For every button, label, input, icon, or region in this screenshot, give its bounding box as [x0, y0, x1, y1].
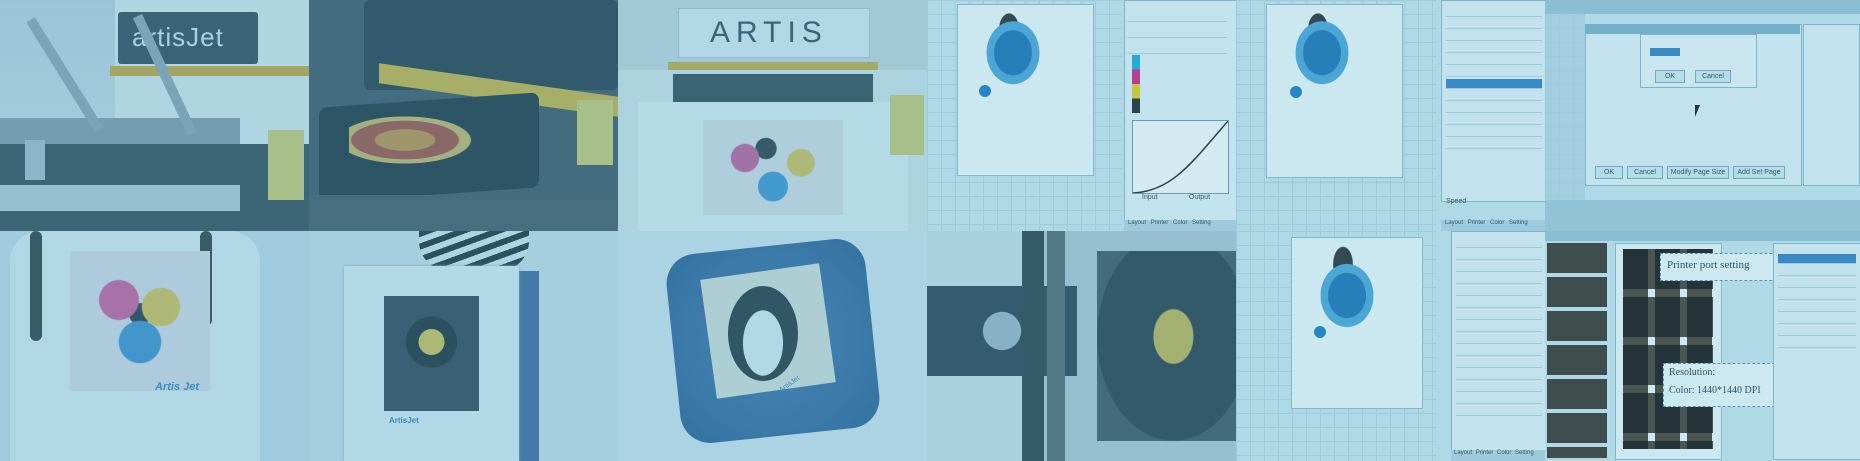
curve-graph[interactable]	[1132, 120, 1229, 194]
tab-color[interactable]: Color	[1497, 450, 1511, 456]
resolution-value: Color: 1440*1440 DPI	[1669, 385, 1761, 396]
portrait-strip	[1547, 243, 1607, 458]
tab-setting[interactable]: Setting	[1515, 450, 1534, 456]
cancel-button[interactable]: Cancel	[1627, 166, 1663, 179]
add-set-page-button[interactable]: Add Set Page	[1733, 166, 1785, 179]
tile-software-color-curve: Input Output Layout Printer Color Settin…	[927, 0, 1236, 231]
tile-software-portrait-layout: Printer port setting Resolution: Color: …	[1545, 231, 1860, 461]
tab-printer[interactable]: Printer	[1476, 450, 1494, 456]
tile-printed-pillow: ArtisJet	[618, 231, 927, 461]
shirt-artwork	[703, 120, 843, 215]
warning-label	[577, 100, 613, 165]
shirt-artwork	[70, 251, 210, 391]
logo-badge	[979, 85, 991, 97]
tile-software-page-dialog: OK Cancel OK Cancel Modify Page Size Add…	[1545, 0, 1860, 231]
tile-software-properties: Speed Layout Printer Color Setting	[1236, 0, 1545, 231]
print-carriage	[1097, 251, 1236, 441]
printer-port-text: Printer port setting	[1667, 259, 1750, 271]
brand-label: ARTIS	[710, 16, 828, 49]
tab-layout[interactable]: Layout	[1445, 220, 1463, 226]
bag-logo: ArtisJet	[389, 416, 419, 425]
speed-label: Speed	[1446, 198, 1467, 205]
warning-label	[268, 130, 304, 200]
tab-layout[interactable]: Layout	[1128, 220, 1146, 226]
tile-artisjet-printer: artisJet	[0, 0, 309, 231]
tile-printed-tshirt: Artis Jet	[0, 231, 309, 461]
shirt-logo: Artis Jet	[155, 381, 200, 393]
mouse-cursor-icon	[1695, 105, 1700, 117]
color-swatches	[1132, 55, 1140, 113]
tab-color[interactable]: Color	[1490, 220, 1504, 226]
dialog-ok-button[interactable]: OK	[1655, 70, 1685, 83]
ok-button[interactable]: OK	[1595, 166, 1623, 179]
curve-input-label: Input	[1142, 194, 1158, 201]
tab-printer[interactable]: Printer	[1151, 220, 1169, 226]
tile-artis-printer: ARTIS	[618, 0, 927, 231]
tab-setting[interactable]: Setting	[1192, 220, 1211, 226]
tile-print-carriage	[927, 231, 1236, 461]
warning-label	[890, 95, 924, 155]
tab-color[interactable]: Color	[1173, 220, 1187, 226]
tab-printer[interactable]: Printer	[1468, 220, 1486, 226]
resolution-label: Resolution:	[1669, 367, 1716, 378]
tile-tote-bag: ArtisJet	[309, 231, 618, 461]
tile-dragon-print	[309, 0, 618, 231]
logo-badge	[1290, 86, 1302, 98]
dragon-artwork	[349, 110, 489, 170]
settings-panel	[1773, 243, 1860, 460]
modify-page-size-button[interactable]: Modify Page Size	[1667, 166, 1729, 179]
property-list	[1441, 0, 1545, 202]
product-image-banner: artisJet ARTIS Input Output Layout Print…	[0, 0, 1860, 461]
bag-artwork	[384, 296, 479, 411]
curve-output-label: Output	[1189, 194, 1211, 201]
object-property-list	[1451, 231, 1545, 451]
tile-software-object-properties: Layout Printer Color Setting	[1236, 231, 1545, 461]
tab-setting[interactable]: Setting	[1509, 220, 1528, 226]
tab-layout[interactable]: Layout	[1454, 450, 1472, 456]
dialog-cancel-button[interactable]: Cancel	[1695, 70, 1731, 83]
logo-badge	[1314, 326, 1326, 338]
